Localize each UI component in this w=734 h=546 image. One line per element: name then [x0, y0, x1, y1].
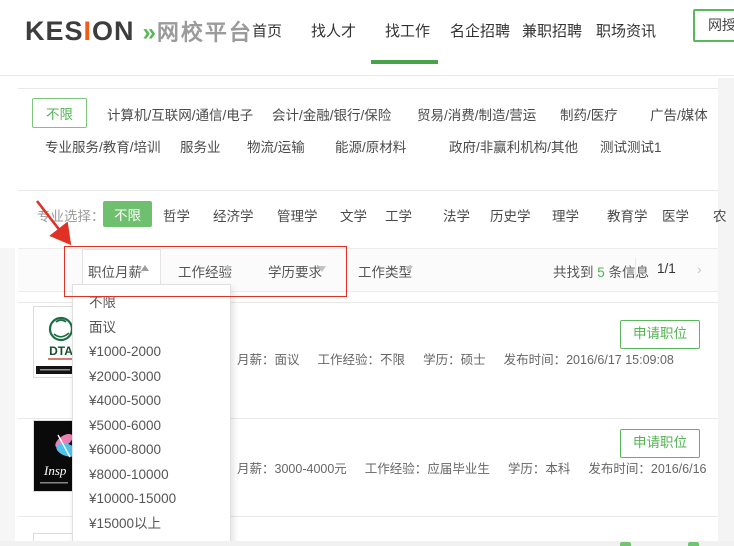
- nav-item-home[interactable]: 首页: [252, 20, 282, 41]
- job-experience: 工作经验：不限: [317, 353, 406, 367]
- page: KESION »网校平台 首页 找人才 找工作 名企招聘 兼职招聘 职场资讯 网授…: [0, 0, 734, 546]
- active-tab-underline: [371, 60, 438, 64]
- category-item[interactable]: 物流/运输: [247, 136, 305, 156]
- major-item[interactable]: 哲学: [163, 205, 190, 225]
- category-item[interactable]: 广告/媒体: [650, 104, 708, 124]
- major-filter-label: 专业选择：: [37, 209, 105, 224]
- right-gutter: [718, 78, 734, 546]
- category-item[interactable]: 会计/金融/银行/保险: [272, 104, 391, 124]
- pagination-current: 1/1: [657, 261, 676, 276]
- sort-education[interactable]: 学历要求: [268, 261, 322, 281]
- category-item[interactable]: 制药/医疗: [560, 104, 618, 124]
- salary-option[interactable]: ¥8000-10000: [73, 463, 230, 488]
- major-item[interactable]: 文学: [340, 205, 367, 225]
- category-section-divider: [18, 88, 718, 89]
- svg-text:DTA: DTA: [49, 344, 73, 358]
- result-count-number: 5: [597, 265, 605, 280]
- nav-item-find-talent[interactable]: 找人才: [311, 20, 356, 41]
- major-section-divider: [18, 190, 718, 191]
- logo-kesion-post: ON: [92, 16, 135, 46]
- logo-kesion-pre: KES: [25, 16, 84, 46]
- svg-text:Insp: Insp: [43, 463, 67, 478]
- major-item-unlimited[interactable]: 不限: [103, 201, 152, 227]
- apply-button[interactable]: 申请职位: [620, 429, 700, 458]
- salary-option[interactable]: 不限: [73, 291, 230, 316]
- job-salary: 月薪：3000-4000元: [237, 462, 347, 476]
- pagination-prev-button[interactable]: ‹: [642, 261, 647, 277]
- job-experience: 工作经验：应届毕业生: [364, 462, 490, 476]
- job-meta: 月薪：面议 工作经验：不限 学历：硕士 发布时间：2016/6/17 15:09…: [237, 349, 674, 368]
- salary-dropdown-menu: 不限 面议 ¥1000-2000 ¥2000-3000 ¥4000-5000 ¥…: [72, 284, 231, 543]
- salary-option[interactable]: ¥10000-15000: [73, 487, 230, 512]
- job-salary: 月薪：面议: [237, 353, 300, 367]
- salary-option[interactable]: ¥4000-5000: [73, 389, 230, 414]
- pagination-separator: [635, 258, 636, 280]
- header-divider: [0, 75, 734, 76]
- site-logo[interactable]: KESION »网校平台: [25, 15, 253, 47]
- major-item[interactable]: 工学: [385, 205, 412, 225]
- pagination-next-button[interactable]: ›: [697, 261, 702, 277]
- bottom-green-nub: [620, 542, 631, 546]
- chevron-down-icon: [318, 266, 326, 272]
- category-item[interactable]: 政府/非赢利机构/其他: [449, 136, 578, 156]
- category-item[interactable]: 贸易/消费/制造/营运: [417, 104, 536, 124]
- salary-option[interactable]: ¥2000-3000: [73, 365, 230, 390]
- major-item[interactable]: 农: [713, 205, 727, 225]
- logo-chevrons-icon: »: [142, 19, 157, 46]
- major-item[interactable]: 管理学: [277, 205, 318, 225]
- salary-option[interactable]: 面议: [73, 316, 230, 341]
- sort-salary-label[interactable]: 职位月薪: [88, 261, 142, 281]
- major-item[interactable]: 经济学: [213, 205, 254, 225]
- bottom-green-nub: [688, 542, 699, 546]
- job-education: 学历：本科: [507, 462, 571, 476]
- major-item[interactable]: 历史学: [490, 205, 531, 225]
- job-publish-time: 发布时间：2016/6/16: [588, 462, 707, 476]
- chevron-down-icon: [224, 266, 232, 272]
- category-item[interactable]: 专业服务/教育/培训: [45, 136, 161, 156]
- category-item[interactable]: 能源/原材料: [335, 136, 406, 156]
- nav-item-part-time[interactable]: 兼职招聘: [522, 20, 582, 41]
- job-publish-time: 发布时间：2016/6/17 15:09:08: [503, 353, 674, 367]
- salary-option[interactable]: ¥1000-2000: [73, 340, 230, 365]
- apply-button[interactable]: 申请职位: [620, 320, 700, 349]
- job-meta: 月薪：3000-4000元 工作经验：应届毕业生 学历：本科 发布时间：2016…: [237, 458, 706, 477]
- salary-option[interactable]: ¥15000以上: [73, 512, 230, 537]
- category-item[interactable]: 服务业: [180, 136, 221, 156]
- chevron-down-icon: [405, 266, 413, 272]
- sort-job-type[interactable]: 工作类型: [358, 261, 412, 281]
- major-item[interactable]: 法学: [443, 205, 470, 225]
- nav-item-career-news[interactable]: 职场资讯: [596, 20, 656, 41]
- major-item[interactable]: 医学: [662, 205, 689, 225]
- category-item[interactable]: 测试测试1: [600, 136, 662, 156]
- left-gutter: [0, 248, 15, 546]
- nav-item-famous-companies[interactable]: 名企招聘: [450, 20, 510, 41]
- nav-item-find-job[interactable]: 找工作: [385, 20, 430, 41]
- logo-kesion-i: I: [83, 16, 93, 46]
- major-item[interactable]: 理学: [552, 205, 579, 225]
- salary-option[interactable]: ¥5000-6000: [73, 414, 230, 439]
- job-education: 学历：硕士: [423, 353, 486, 367]
- salary-option[interactable]: ¥6000-8000: [73, 438, 230, 463]
- category-item-unlimited[interactable]: 不限: [32, 98, 87, 128]
- logo-cn-text: 网校平台: [156, 20, 253, 45]
- category-item[interactable]: 计算机/互联网/通信/电子: [107, 104, 253, 124]
- wangshou-button[interactable]: 网授: [693, 9, 734, 42]
- major-item[interactable]: 教育学: [607, 205, 648, 225]
- triangle-up-icon: [141, 265, 149, 271]
